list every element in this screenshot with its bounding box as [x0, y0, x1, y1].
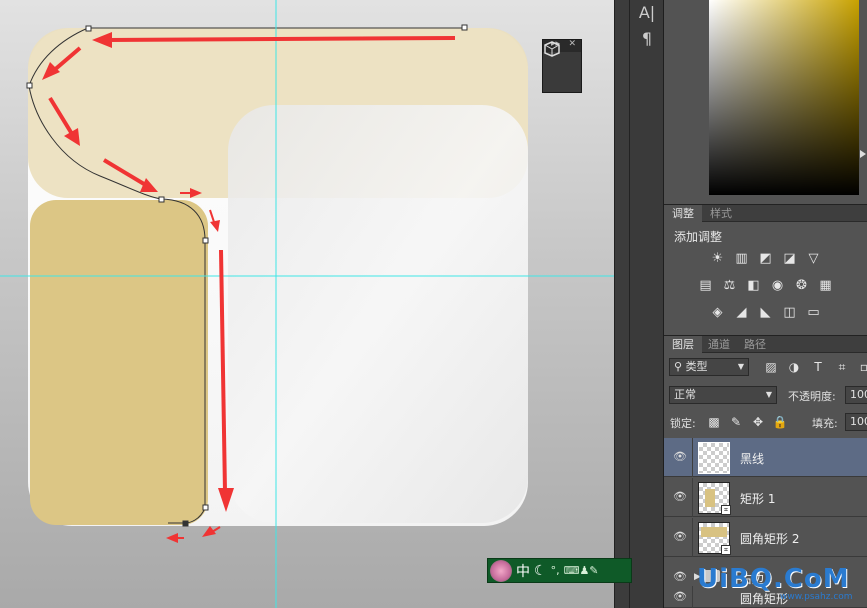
ime-punctuation[interactable]: °, — [551, 564, 560, 577]
hue-slider-arrow[interactable] — [860, 150, 866, 158]
mini-navigator-panel[interactable]: ▸▸ ✕ — [542, 39, 582, 93]
pixel-filter-icon[interactable]: ▨ — [763, 359, 779, 375]
fill-input[interactable]: 100% — [845, 413, 867, 431]
tab-paths[interactable]: 路径 — [736, 336, 774, 354]
watermark-url: www.psahz.com — [780, 592, 853, 602]
channel-mixer-icon[interactable]: ❂ — [793, 277, 811, 295]
selective-color-icon[interactable]: ◫ — [781, 304, 799, 322]
tab-adjustments[interactable]: 调整 — [664, 205, 702, 223]
tab-layers[interactable]: 图层 — [664, 336, 702, 354]
adjustments-row-2: ▤ ⚖ ◧ ◉ ❂ ▦ — [664, 277, 867, 295]
blend-mode-select[interactable]: 正常 ▼ — [669, 386, 777, 404]
layers-tabbar: 图层 通道 路径 — [664, 335, 867, 354]
chevron-down-icon: ▼ — [765, 390, 772, 399]
type-filter-icon[interactable]: T — [810, 359, 826, 375]
ime-logo-icon — [490, 559, 512, 582]
vibrance-icon[interactable]: ▽ — [805, 250, 823, 268]
smart-object-filter-icon[interactable]: ▫ — [856, 359, 867, 375]
curves-icon[interactable]: ◩ — [757, 250, 775, 268]
color-lookup-icon[interactable]: ▦ — [817, 277, 835, 295]
color-balance-icon[interactable]: ⚖ — [721, 277, 739, 295]
visibility-eye-icon[interactable]: 👁 — [673, 570, 687, 584]
opacity-input[interactable]: 100% — [845, 386, 867, 404]
layer-row[interactable]: 👁 黑线 — [664, 438, 867, 477]
layer-filter-value: 类型 — [685, 360, 708, 373]
chevron-down-icon: ▼ — [737, 362, 744, 371]
layer-name: 黑线 — [740, 452, 765, 466]
photo-filter-icon[interactable]: ◉ — [769, 277, 787, 295]
hue-saturation-icon[interactable]: ▤ — [697, 277, 715, 295]
lock-move-icon[interactable]: ✥ — [750, 414, 766, 430]
inner-gray-rect — [228, 105, 528, 523]
brightness-icon[interactable]: ☀ — [709, 250, 727, 268]
vector-mask-icon: ⌗ — [721, 505, 731, 515]
visibility-eye-icon[interactable]: 👁 — [673, 490, 687, 504]
adjustment-filter-icon[interactable]: ◑ — [786, 359, 802, 375]
layer-name: 矩形 1 — [740, 492, 776, 506]
character-tool-icon[interactable]: A| — [630, 0, 664, 26]
threshold-icon[interactable]: ◣ — [757, 304, 775, 322]
lock-all-icon[interactable]: 🔒 — [772, 414, 788, 430]
tab-styles[interactable]: 样式 — [702, 205, 740, 223]
ime-toolbar[interactable]: 中 ☾ °, ⌨♟✎ — [487, 558, 632, 583]
lock-transparent-icon[interactable]: ▩ — [706, 414, 722, 430]
layer-row[interactable]: 👁 ⌗ 矩形 1 — [664, 478, 867, 517]
exposure-icon[interactable]: ◪ — [781, 250, 799, 268]
watermark-logo: UiBQ.CoM — [697, 564, 850, 594]
artwork-svg — [0, 0, 614, 608]
layer-thumbnail: ⌗ — [698, 482, 731, 515]
levels-icon[interactable]: ▥ — [733, 250, 751, 268]
layer-thumbnail — [698, 442, 730, 474]
lock-label: 锁定: — [670, 417, 696, 430]
black-white-icon[interactable]: ◧ — [745, 277, 763, 295]
adjustments-row-3: ◈ ◢ ◣ ◫ ▭ — [664, 304, 867, 322]
vector-mask-icon: ⌗ — [721, 545, 731, 555]
fill-label: 填充: — [812, 417, 838, 430]
visibility-eye-icon[interactable]: 👁 — [673, 530, 687, 544]
shape-filter-icon[interactable]: ⌗ — [834, 359, 850, 375]
gradient-map-icon[interactable]: ▭ — [805, 304, 823, 322]
blend-mode-value: 正常 — [674, 388, 696, 401]
panel-divider[interactable] — [614, 0, 630, 608]
tool-strip: A| ¶ — [630, 0, 664, 608]
visibility-eye-icon[interactable]: 👁 — [673, 450, 687, 464]
layer-name: 圆角矩形 2 — [740, 532, 800, 546]
document-canvas[interactable]: ▸▸ ✕ — [0, 0, 614, 608]
close-icon[interactable]: ✕ — [568, 39, 576, 49]
layer-row[interactable]: 👁 ⌗ 圆角矩形 2 — [664, 518, 867, 557]
opacity-label: 不透明度: — [788, 390, 836, 403]
adjustments-title: 添加调整 — [674, 230, 723, 244]
lock-brush-icon[interactable]: ✎ — [728, 414, 744, 430]
search-icon: ⚲ — [674, 360, 686, 373]
moon-icon[interactable]: ☾ — [534, 563, 547, 579]
tab-channels[interactable]: 通道 — [700, 336, 738, 354]
ime-mode-label[interactable]: 中 — [516, 561, 530, 581]
right-panels: 调整 样式 添加调整 ☀ ▥ ◩ ◪ ▽ ▤ ⚖ ◧ ◉ ❂ ▦ ◈ ◢ ◣ ◫… — [664, 0, 867, 608]
visibility-eye-icon[interactable]: 👁 — [673, 590, 687, 604]
layer-thumbnail: ⌗ — [698, 522, 731, 555]
ime-tools-icon[interactable]: ⌨♟✎ — [564, 564, 599, 577]
color-picker-field[interactable] — [709, 0, 859, 195]
adjustments-row-1: ☀ ▥ ◩ ◪ ▽ — [664, 250, 867, 268]
invert-icon[interactable]: ◈ — [709, 304, 727, 322]
paragraph-tool-icon[interactable]: ¶ — [630, 26, 664, 52]
adjustments-tabbar: 调整 样式 — [664, 204, 867, 223]
3d-cube-icon[interactable] — [543, 40, 561, 58]
left-tan-rect — [30, 200, 208, 525]
posterize-icon[interactable]: ◢ — [733, 304, 751, 322]
layer-filter-select[interactable]: ⚲ 类型 ▼ — [669, 358, 749, 376]
